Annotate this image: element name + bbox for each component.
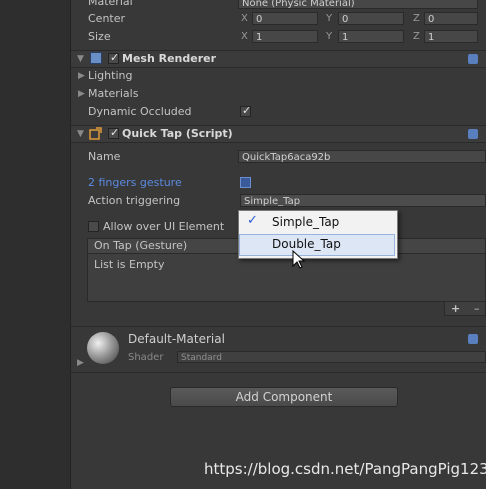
action-triggering-label: Action triggering xyxy=(88,194,181,207)
size-z-field[interactable]: 1 xyxy=(424,30,478,43)
selected-check-icon: ✓ xyxy=(247,213,258,228)
collapsed-triangle-icon[interactable]: ▶ xyxy=(78,89,85,99)
divider xyxy=(71,372,486,373)
lighting-foldout[interactable]: Lighting xyxy=(88,69,132,82)
mouse-cursor-icon xyxy=(292,249,306,273)
quick-tap-title: Quick Tap (Script) xyxy=(122,127,233,140)
two-fingers-checkbox[interactable] xyxy=(240,177,251,188)
allow-ui-label: Allow over UI Element xyxy=(103,220,225,233)
add-component-button[interactable]: Add Component xyxy=(170,387,398,407)
two-fingers-label: 2 fingers gesture xyxy=(88,176,182,189)
center-x-axis: X xyxy=(241,13,248,24)
size-y-field[interactable]: 1 xyxy=(338,30,404,43)
size-x-axis: X xyxy=(241,31,248,42)
event-header-label: On Tap (Gesture) xyxy=(94,239,188,252)
add-event-button[interactable]: + xyxy=(451,302,460,315)
left-panel xyxy=(0,0,71,489)
mesh-renderer-icon xyxy=(90,52,102,64)
center-y-axis: Y xyxy=(326,13,333,24)
help-icon[interactable] xyxy=(468,129,478,139)
name-field[interactable]: QuickTap6aca92b xyxy=(238,150,486,163)
material-name: Default-Material xyxy=(128,332,225,346)
mesh-renderer-title: Mesh Renderer xyxy=(122,52,217,65)
center-z-axis: Z xyxy=(413,13,420,24)
center-x-field[interactable]: 0 xyxy=(252,12,318,25)
divider xyxy=(71,326,486,327)
shader-dropdown[interactable]: Standard xyxy=(177,351,486,363)
materials-foldout[interactable]: Materials xyxy=(88,87,138,100)
center-z-field[interactable]: 0 xyxy=(424,12,478,25)
dynamic-occluded-checkbox[interactable] xyxy=(240,104,251,117)
script-icon xyxy=(89,127,102,140)
material-preview-sphere xyxy=(87,332,119,364)
name-label: Name xyxy=(88,150,121,163)
watermark-text: https://blog.csdn.net/PangPangPig123 xyxy=(204,460,486,478)
size-x-field[interactable]: 1 xyxy=(252,30,318,43)
expand-triangle-icon[interactable]: ▼ xyxy=(77,54,84,64)
material-field[interactable]: None (Physic Material) xyxy=(238,0,478,9)
center-y-field[interactable]: 0 xyxy=(338,12,404,25)
size-y-axis: Y xyxy=(326,31,333,42)
help-icon[interactable] xyxy=(468,54,478,64)
collapsed-triangle-icon[interactable]: ▶ xyxy=(77,358,84,368)
quick-tap-enabled-checkbox[interactable] xyxy=(108,126,119,139)
center-label: Center xyxy=(88,12,126,25)
shader-label: Shader xyxy=(128,352,164,363)
remove-event-button[interactable]: – xyxy=(474,302,480,315)
collapsed-triangle-icon[interactable]: ▶ xyxy=(78,71,85,81)
size-label: Size xyxy=(88,30,111,43)
option-double-tap[interactable]: Double_Tap xyxy=(272,237,341,251)
dynamic-occluded-label: Dynamic Occluded xyxy=(88,105,192,118)
size-z-axis: Z xyxy=(413,31,420,42)
help-icon[interactable] xyxy=(468,334,478,344)
allow-ui-checkbox[interactable] xyxy=(88,221,99,232)
action-triggering-dropdown[interactable]: Simple_Tap xyxy=(240,194,486,207)
option-simple-tap[interactable]: Simple_Tap xyxy=(272,215,339,229)
list-empty-text: List is Empty xyxy=(94,258,165,271)
expand-triangle-icon[interactable]: ▼ xyxy=(77,129,84,139)
mesh-renderer-enabled-checkbox[interactable] xyxy=(108,51,119,64)
material-label: Material xyxy=(88,0,133,8)
